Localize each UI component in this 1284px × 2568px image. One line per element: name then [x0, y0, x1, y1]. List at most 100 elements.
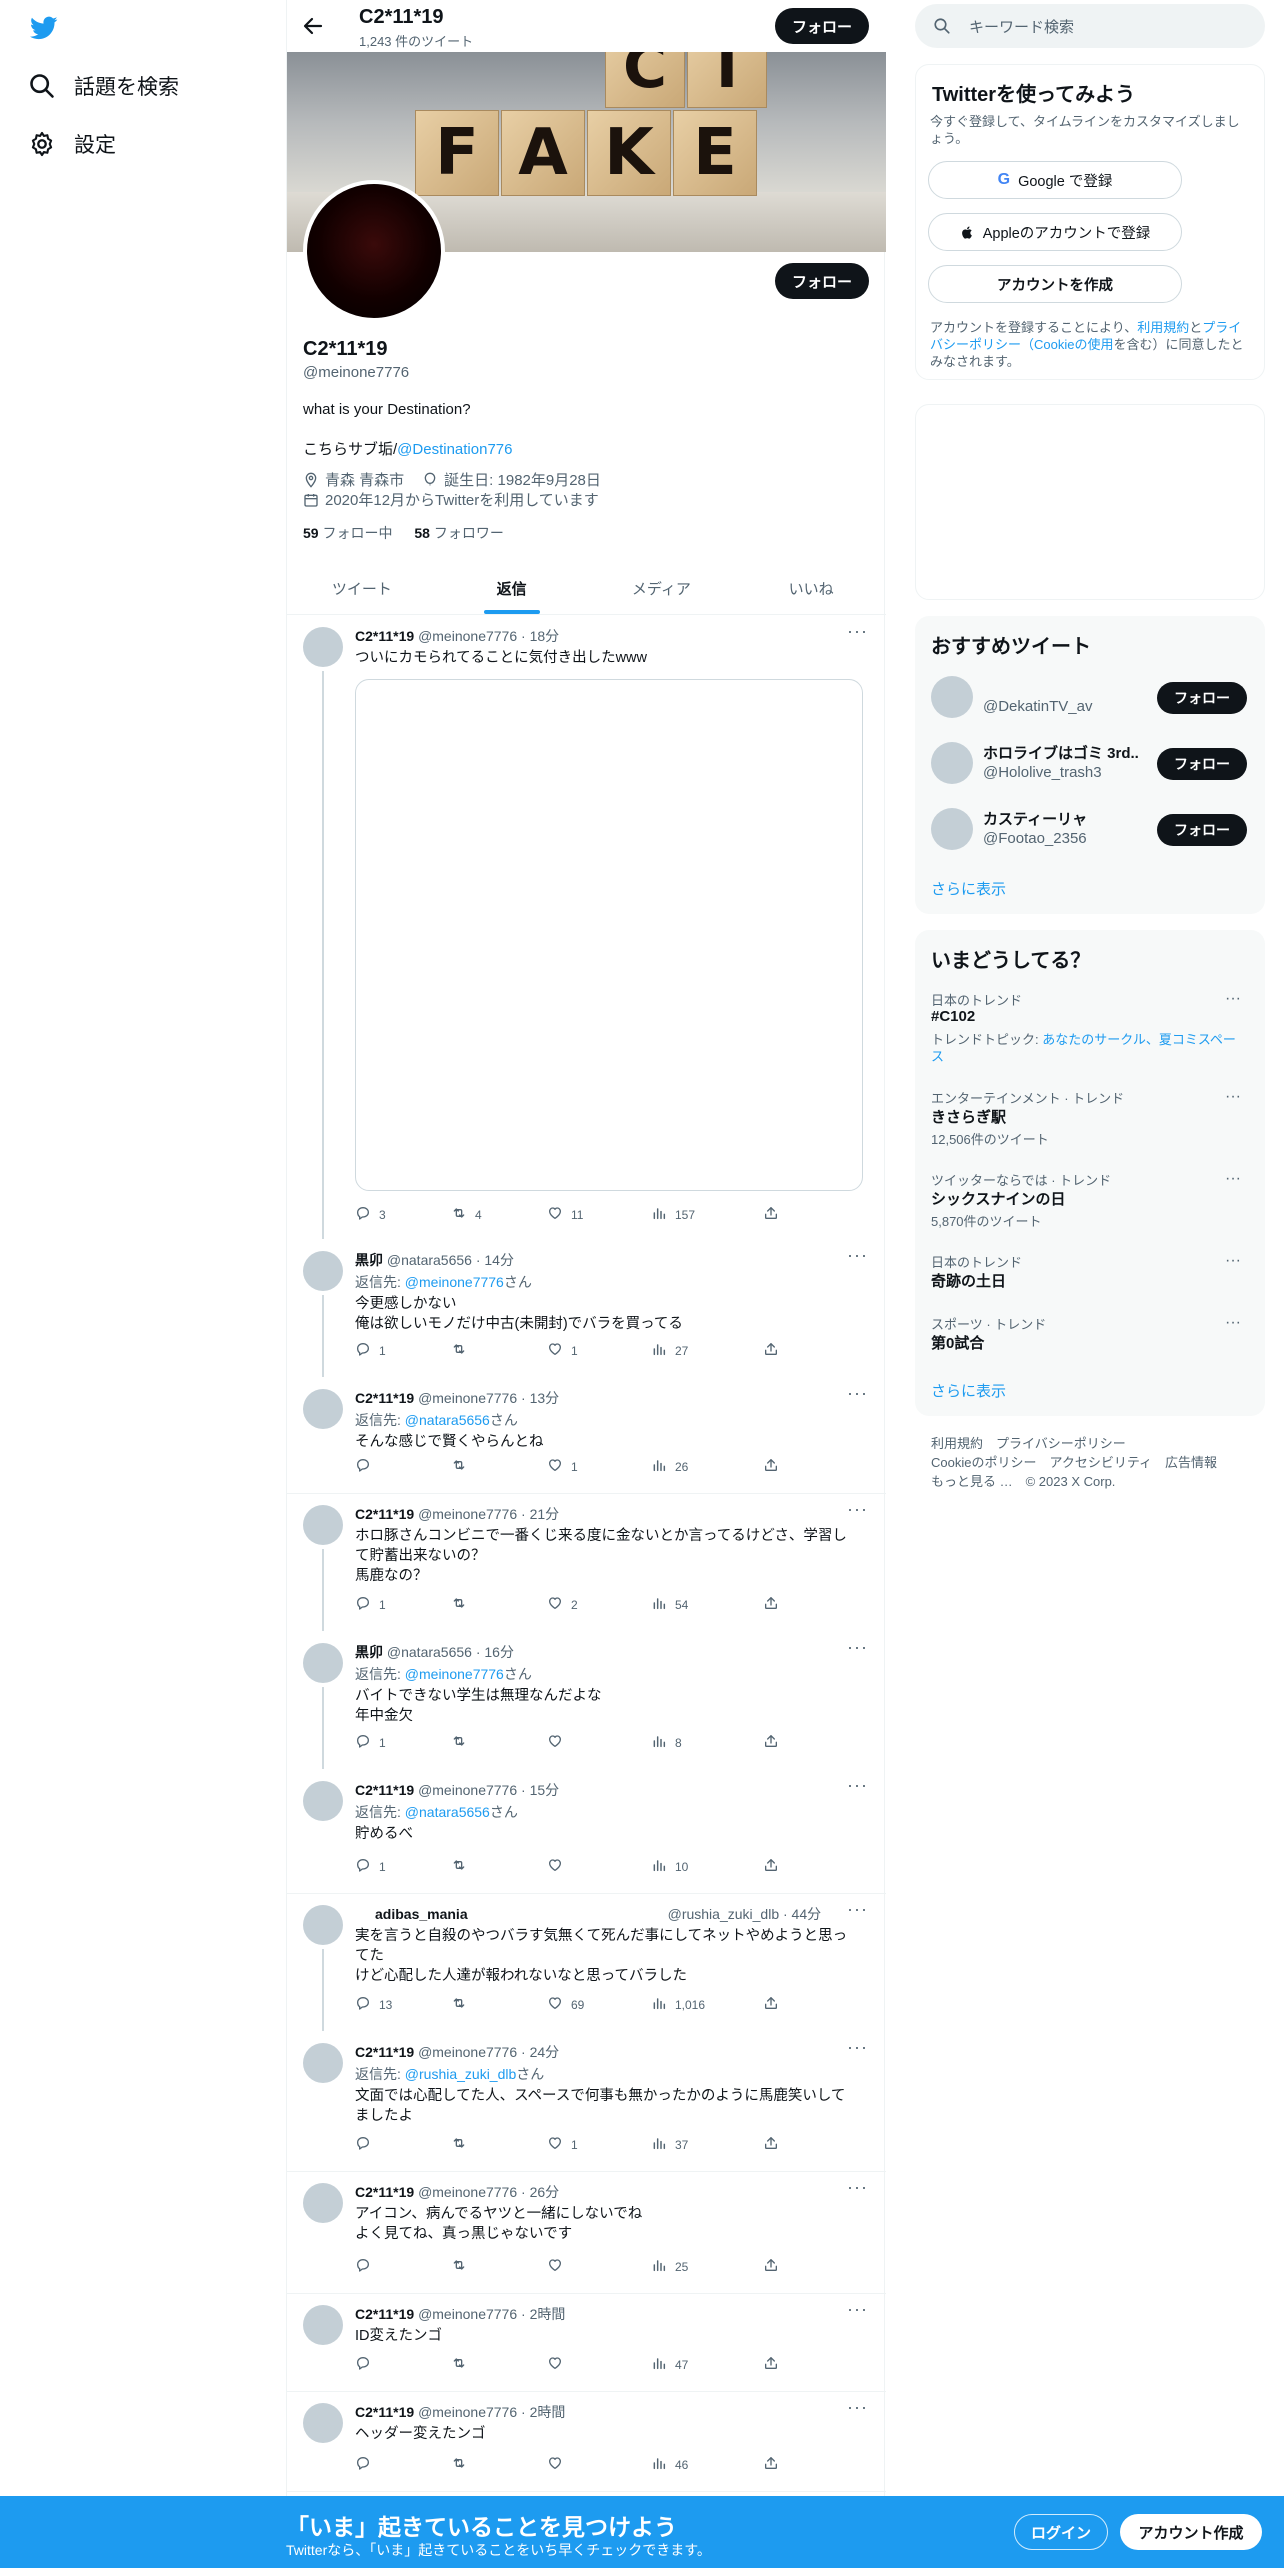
- tweet[interactable]: 黒卯 @natara5656 · 14分 ··· 返信先: @meinone7776…: [287, 1239, 886, 1377]
- apple-signup-button[interactable]: Appleのアカウントで登録: [928, 213, 1182, 251]
- tweet[interactable]: C2*11*19 @meinone7776 · 26分 ··· アイコン、病んでるヤ…: [287, 2171, 886, 2293]
- tweet[interactable]: C2*11*19 @meinone7776 · 21分 ··· ホロ豚さんコンビニで…: [287, 1493, 886, 1631]
- like-button[interactable]: 2: [547, 1595, 578, 1614]
- tweet-author[interactable]: C2*11*19: [355, 2044, 414, 2060]
- share-button[interactable]: [763, 1457, 779, 1476]
- like-button[interactable]: [547, 2455, 571, 2474]
- tab-likes[interactable]: いいね: [736, 563, 886, 614]
- tweet-handle-time[interactable]: @meinone7776 · 2時間: [418, 2404, 565, 2420]
- share-button[interactable]: [763, 1995, 779, 2014]
- share-button[interactable]: [763, 2455, 779, 2474]
- tweet[interactable]: C2*11*19 @meinone7776 · 13分 ··· 返信先: @nata…: [287, 1377, 886, 1493]
- profile-bio-link[interactable]: @Destination776: [397, 441, 512, 458]
- retweet-button[interactable]: 4: [451, 1205, 482, 1224]
- more-icon[interactable]: ···: [847, 2299, 868, 2320]
- tweet-avatar[interactable]: [303, 2043, 343, 2083]
- create-account-button[interactable]: アカウントを作成: [928, 265, 1182, 303]
- more-icon[interactable]: ···: [1225, 1088, 1241, 1106]
- rec-avatar[interactable]: [931, 676, 973, 718]
- reply-to-link[interactable]: @natara5656: [405, 1804, 490, 1820]
- tweet-author[interactable]: C2*11*19: [355, 1390, 414, 1406]
- rec-handle[interactable]: @Hololive_trash3: [983, 764, 1102, 781]
- like-button[interactable]: [547, 1857, 571, 1876]
- views-button[interactable]: 47: [651, 2355, 688, 2374]
- rec-name[interactable]: カスティーリャ: [983, 808, 1138, 829]
- reply-to-link[interactable]: @meinone7776: [405, 1274, 504, 1290]
- rec-follow-button[interactable]: フォロー: [1157, 682, 1247, 714]
- rec-avatar[interactable]: [931, 742, 973, 784]
- tweet-media[interactable]: [355, 679, 863, 1191]
- share-button[interactable]: [763, 2257, 779, 2276]
- footer-links-row2[interactable]: Cookieのポリシー アクセシビリティ 広告情報: [931, 1453, 1217, 1472]
- like-button[interactable]: 1: [547, 1341, 578, 1360]
- tweet-handle-time[interactable]: @meinone7776 · 21分: [418, 1506, 559, 1522]
- reply-button[interactable]: [355, 2355, 379, 2374]
- tweet-avatar[interactable]: [303, 1389, 343, 1429]
- more-icon[interactable]: ···: [847, 1499, 868, 1520]
- views-button[interactable]: 1,016: [651, 1995, 705, 2014]
- share-button[interactable]: [763, 2355, 779, 2374]
- reply-button[interactable]: 3: [355, 1205, 386, 1224]
- views-button[interactable]: 8: [651, 1733, 682, 1752]
- tweet-handle-time[interactable]: @meinone7776 · 24分: [418, 2044, 559, 2060]
- share-button[interactable]: [763, 2135, 779, 2154]
- search-box[interactable]: キーワード検索: [915, 4, 1265, 48]
- tweet-author[interactable]: C2*11*19: [355, 1782, 414, 1798]
- profile-follow-button[interactable]: フォロー: [775, 263, 869, 299]
- tweet[interactable]: C2*11*19 @meinone7776 · 2時間 ··· ID変えたンゴ 47: [287, 2293, 886, 2391]
- more-icon[interactable]: ···: [847, 2177, 868, 2198]
- like-button[interactable]: [547, 2257, 571, 2276]
- tweet-avatar[interactable]: [303, 1643, 343, 1683]
- tweet-avatar[interactable]: [303, 1251, 343, 1291]
- reply-button[interactable]: [355, 2257, 379, 2276]
- tab-tweets[interactable]: ツイート: [287, 563, 437, 614]
- tweet-handle-time[interactable]: @meinone7776 · 15分: [418, 1782, 559, 1798]
- share-button[interactable]: [763, 1595, 779, 1614]
- views-button[interactable]: 157: [651, 1205, 695, 1224]
- reply-button[interactable]: [355, 1457, 379, 1476]
- following-link[interactable]: 59 フォロー中: [303, 525, 392, 541]
- views-button[interactable]: 37: [651, 2135, 688, 2154]
- login-button[interactable]: ログイン: [1014, 2514, 1108, 2550]
- tweet-avatar[interactable]: [303, 1781, 343, 1821]
- back-arrow-icon[interactable]: [301, 14, 325, 38]
- reply-button[interactable]: 1: [355, 1341, 386, 1360]
- retweet-button[interactable]: [451, 1733, 475, 1752]
- views-button[interactable]: 27: [651, 1341, 688, 1360]
- more-icon[interactable]: ···: [847, 1245, 868, 1266]
- rec-follow-button[interactable]: フォロー: [1157, 748, 1247, 780]
- tab-media[interactable]: メディア: [587, 563, 737, 614]
- retweet-button[interactable]: [451, 1995, 475, 2014]
- tweet-author[interactable]: C2*11*19: [355, 2184, 414, 2200]
- more-icon[interactable]: ···: [1225, 1252, 1241, 1270]
- tweet-avatar[interactable]: [303, 627, 343, 667]
- reply-button[interactable]: [355, 2455, 379, 2474]
- trends-show-more[interactable]: さらに表示: [931, 1380, 1006, 1401]
- tweet-author[interactable]: C2*11*19: [355, 1506, 414, 1522]
- reply-button[interactable]: [355, 2135, 379, 2154]
- share-button[interactable]: [763, 1857, 779, 1876]
- tab-replies[interactable]: 返信: [437, 563, 587, 614]
- rec-handle[interactable]: @DekatinTV_av: [983, 698, 1092, 715]
- retweet-button[interactable]: [451, 2135, 475, 2154]
- cookie-link[interactable]: Cookieの使用: [1034, 337, 1113, 352]
- share-button[interactable]: [763, 1733, 779, 1752]
- like-button[interactable]: 1: [547, 2135, 578, 2154]
- tweet-handle-time[interactable]: @meinone7776 · 18分: [418, 628, 559, 644]
- retweet-button[interactable]: [451, 1595, 475, 1614]
- more-icon[interactable]: ···: [847, 621, 868, 642]
- reply-button[interactable]: 13: [355, 1995, 392, 2014]
- like-button[interactable]: 11: [547, 1205, 583, 1224]
- reply-to-link[interactable]: @rushia_zuki_dlb: [405, 2066, 517, 2082]
- tweet-avatar[interactable]: [303, 2305, 343, 2345]
- signup-button[interactable]: アカウント作成: [1120, 2514, 1262, 2550]
- reply-button[interactable]: 1: [355, 1733, 386, 1752]
- rec-show-more[interactable]: さらに表示: [931, 878, 1006, 899]
- tweet[interactable]: adibas_mania @rushia_zuki_dlb · 44分 ··· 実を言…: [287, 1893, 886, 2031]
- tweet-author[interactable]: C2*11*19: [355, 2306, 414, 2322]
- footer-links-row3[interactable]: もっと見る … © 2023 X Corp.: [931, 1472, 1115, 1491]
- tweet-author[interactable]: 黒卯: [355, 1252, 383, 1268]
- tweet-handle-time[interactable]: @rushia_zuki_dlb · 44分: [668, 1906, 822, 1922]
- reply-to-link[interactable]: @natara5656: [405, 1412, 490, 1428]
- tweet[interactable]: 黒卯 @natara5656 · 16分 ··· 返信先: @meinone7776…: [287, 1631, 886, 1769]
